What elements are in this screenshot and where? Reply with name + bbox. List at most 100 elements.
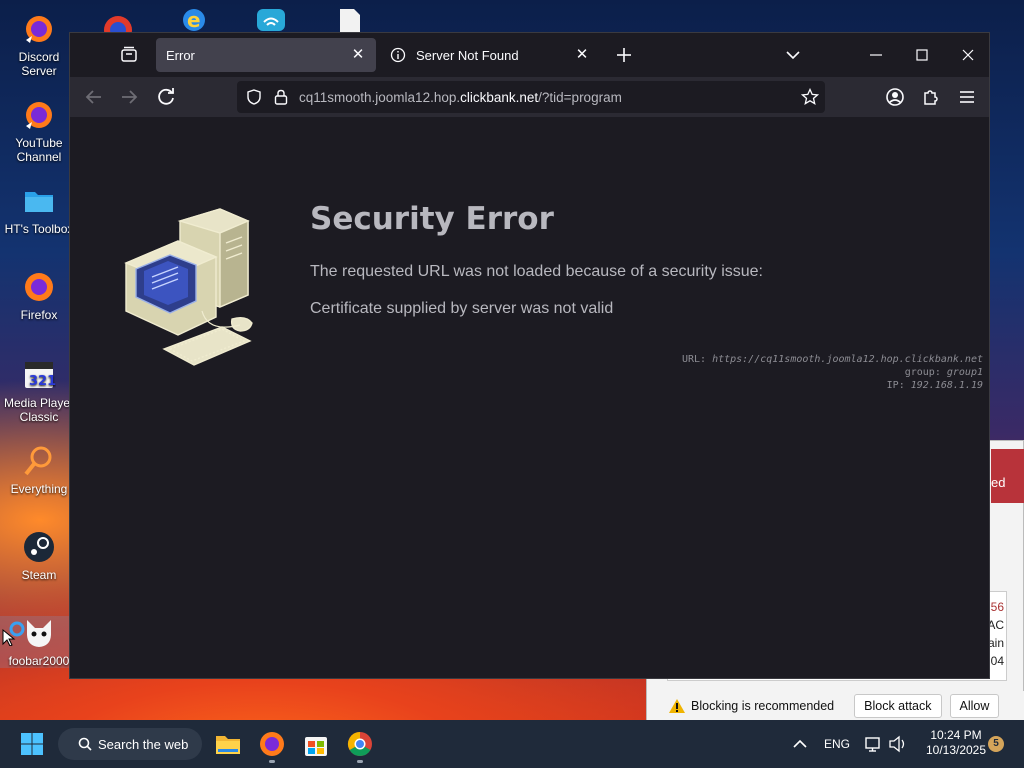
warning-text: Blocking is recommended [691, 699, 835, 713]
language-indicator[interactable]: ENG [824, 737, 850, 751]
detail-label: group: [904, 367, 941, 378]
alert-detail-line: ain [987, 636, 1004, 650]
alert-action-bar: Blocking is recommended Block attack All… [647, 691, 1024, 721]
url-suffix: /?tid=program [538, 89, 622, 105]
tab-error[interactable]: Error ✕ [156, 38, 376, 72]
computer-illustration-icon [124, 208, 253, 366]
desktop-icon-label: foobar2000 [8, 654, 70, 668]
address-bar[interactable]: cq11smooth.joomla12.hop.clickbank.net/?t… [237, 81, 825, 113]
detail-value: https://cq11smooth.joomla12.hop.clickban… [712, 354, 983, 365]
taskbar-search[interactable]: Search the web [58, 728, 202, 760]
alert-header-text: ed [991, 475, 1006, 490]
error-page: Security Error The requested URL was not… [70, 117, 989, 678]
search-label: Search the web [98, 736, 189, 752]
taskbar: Search the web ENG 10:24 PM 10/13/2025 5 [0, 720, 1024, 768]
maximize-icon[interactable] [913, 46, 931, 64]
detail-value: 192.168.1.19 [910, 380, 983, 391]
menu-hamburger-icon[interactable] [955, 85, 979, 109]
tab-overview-icon[interactable] [120, 45, 138, 63]
desktop-icon-label: Steam [21, 568, 57, 582]
firefox-icon [25, 273, 53, 301]
active-indicator [357, 760, 363, 763]
wifi-app-icon[interactable] [256, 8, 286, 32]
svg-text:e: e [187, 8, 201, 32]
error-reason: Certificate supplied by server was not v… [310, 300, 614, 317]
magnifier-icon [24, 446, 52, 476]
desktop-icon-label: HT's Toolbox [4, 222, 74, 236]
desktop-icon-hts-toolbox[interactable]: HT's Toolbox [0, 184, 78, 236]
desktop-icon-label: YouTube Channel [15, 136, 63, 164]
navigation-toolbar: cq11smooth.joomla12.hop.clickbank.net/?t… [70, 77, 989, 117]
desktop-icon-steam[interactable]: Steam [0, 530, 78, 582]
network-icon[interactable] [864, 735, 882, 753]
search-icon [78, 737, 92, 751]
desktop-icon-media-player-classic[interactable]: 321 Media Player Classic [0, 358, 78, 424]
error-title: Security Error [310, 201, 554, 237]
close-tab-icon[interactable]: ✕ [350, 47, 366, 63]
foobar-icon [27, 620, 51, 647]
chrome-icon[interactable] [346, 730, 374, 758]
clock-date: 10/13/2025 [925, 743, 987, 757]
steam-icon [24, 532, 54, 562]
firefox-taskbar-icon[interactable] [258, 730, 286, 758]
bookmark-star-icon[interactable] [801, 88, 819, 106]
desktop-icon-label: Firefox [20, 308, 58, 322]
app-icon-partial[interactable] [100, 10, 136, 34]
loading-cursor-icon [2, 621, 25, 646]
list-all-tabs-icon[interactable] [784, 46, 802, 64]
detail-value: group1 [946, 367, 983, 378]
error-detail-ip: IP: 192.168.1.19 [887, 380, 983, 391]
firefox-shortcut-icon [26, 16, 52, 43]
svg-text:321: 321 [29, 374, 56, 389]
show-hidden-icons-chevron-icon[interactable] [792, 737, 808, 751]
volume-icon[interactable] [888, 735, 908, 753]
close-window-icon[interactable] [959, 46, 977, 64]
clock[interactable]: 10:24 PM 10/13/2025 [920, 728, 992, 758]
active-indicator [269, 760, 275, 763]
info-icon [390, 47, 406, 63]
desktop-icon-label: Discord Server [18, 50, 60, 78]
url-prefix: cq11smooth.joomla12.hop. [299, 89, 461, 105]
desktop-icon-label: Media Player Classic [3, 396, 75, 424]
allow-button[interactable]: Allow [949, 694, 1000, 718]
minimize-icon[interactable] [867, 46, 885, 64]
firefox-shortcut-icon [26, 102, 52, 129]
notification-badge[interactable]: 5 [988, 736, 1004, 752]
desktop-icon-discord-server[interactable]: Discord Server [0, 12, 78, 78]
back-arrow-icon[interactable] [82, 85, 106, 109]
internet-explorer-icon[interactable]: e [180, 6, 210, 32]
tab-strip: Error ✕ Server Not Found ✕ [70, 33, 989, 77]
desktop-icon-firefox[interactable]: Firefox [0, 270, 78, 322]
alert-detail-line: 04 [990, 654, 1004, 668]
microsoft-store-icon[interactable] [302, 730, 330, 758]
forward-arrow-icon[interactable] [117, 85, 141, 109]
warning-icon [669, 699, 685, 713]
block-attack-button[interactable]: Block attack [854, 694, 942, 718]
url-host: clickbank.net [460, 89, 539, 105]
error-message: The requested URL was not loaded because… [310, 263, 763, 280]
clock-time: 10:24 PM [930, 728, 982, 742]
detail-label: IP: [886, 380, 905, 391]
url-text[interactable]: cq11smooth.joomla12.hop.clickbank.net/?t… [299, 90, 622, 105]
error-detail-group: group: group1 [905, 367, 983, 378]
file-explorer-icon[interactable] [214, 730, 242, 758]
error-detail-url: URL: https://cq11smooth.joomla12.hop.cli… [682, 354, 983, 365]
tab-server-not-found[interactable]: Server Not Found ✕ [378, 38, 600, 72]
tracking-protection-shield-icon[interactable] [245, 88, 263, 106]
tab-label: Server Not Found [416, 47, 519, 63]
desktop-icon-youtube-channel[interactable]: YouTube Channel [0, 98, 78, 164]
browser-window: Error ✕ Server Not Found ✕ cq11smooth.jo… [69, 32, 990, 679]
new-tab-icon[interactable] [615, 46, 633, 64]
document-icon[interactable] [338, 8, 362, 32]
close-tab-icon[interactable]: ✕ [574, 47, 590, 63]
alert-header: ed [991, 449, 1024, 503]
desktop-icon-everything[interactable]: Everything [0, 444, 78, 496]
account-icon[interactable] [883, 85, 907, 109]
windows-start-icon[interactable] [20, 732, 44, 756]
lock-icon[interactable] [273, 88, 289, 106]
folder-icon [25, 192, 53, 212]
media-player-icon: 321 [25, 362, 56, 389]
top-icon-row: e [96, 6, 376, 34]
extensions-icon[interactable] [919, 85, 943, 109]
reload-icon[interactable] [154, 85, 178, 109]
